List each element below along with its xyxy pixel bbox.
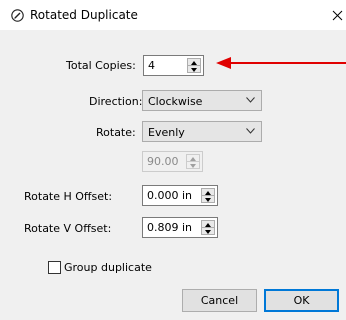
total-copies-value[interactable]: 4: [148, 59, 155, 72]
caret-up-icon: [205, 191, 211, 195]
caret-down-icon: [190, 163, 196, 168]
v-offset-label: Rotate V Offset:: [24, 222, 112, 235]
rotate-angle-stepper: 90.00: [142, 151, 203, 172]
direction-value: Clockwise: [148, 95, 203, 108]
v-offset-spinner[interactable]: [201, 220, 215, 235]
caret-down-icon: [191, 67, 197, 72]
cancel-button[interactable]: Cancel: [182, 289, 257, 312]
spin-down-button: [187, 162, 199, 169]
total-copies-spinner[interactable]: [187, 58, 201, 73]
spin-down-button[interactable]: [202, 228, 214, 235]
window-title: Rotated Duplicate: [30, 8, 138, 22]
total-copies-label: Total Copies:: [66, 59, 136, 72]
group-duplicate-checkbox[interactable]: [48, 261, 61, 274]
title-bar: Rotated Duplicate: [0, 0, 346, 30]
rotate-label: Rotate:: [96, 126, 136, 139]
chevron-down-icon: [246, 97, 255, 103]
total-copies-stepper[interactable]: 4: [143, 55, 204, 76]
caret-up-icon: [205, 223, 211, 227]
caret-up-icon: [191, 61, 197, 65]
h-offset-stepper[interactable]: 0.000 in: [142, 185, 218, 206]
v-offset-stepper[interactable]: 0.809 in: [142, 217, 218, 238]
rotate-angle-value: 90.00: [147, 155, 179, 168]
ok-button[interactable]: OK: [264, 289, 339, 312]
chevron-down-icon: [246, 128, 255, 134]
direction-select[interactable]: Clockwise: [142, 90, 262, 111]
pointer-arrow-icon: [216, 57, 346, 69]
spin-down-button[interactable]: [188, 66, 200, 73]
caret-down-icon: [205, 229, 211, 234]
direction-label: Direction:: [89, 95, 143, 108]
caret-up-icon: [190, 157, 196, 161]
rotated-duplicate-dialog: Rotated Duplicate Total Copies: 4 Direct…: [0, 0, 346, 320]
rotate-value: Evenly: [148, 126, 185, 139]
h-offset-label: Rotate H Offset:: [24, 190, 113, 203]
rotate-angle-spinner: [186, 154, 200, 169]
close-button[interactable]: [330, 6, 346, 24]
spin-down-button[interactable]: [202, 196, 214, 203]
group-duplicate-label[interactable]: Group duplicate: [64, 261, 152, 274]
pen-circle-icon: [11, 9, 24, 22]
v-offset-value[interactable]: 0.809 in: [147, 221, 192, 234]
h-offset-spinner[interactable]: [201, 188, 215, 203]
close-icon: [332, 10, 343, 21]
rotate-select[interactable]: Evenly: [142, 121, 262, 142]
caret-down-icon: [205, 197, 211, 202]
h-offset-value[interactable]: 0.000 in: [147, 189, 192, 202]
